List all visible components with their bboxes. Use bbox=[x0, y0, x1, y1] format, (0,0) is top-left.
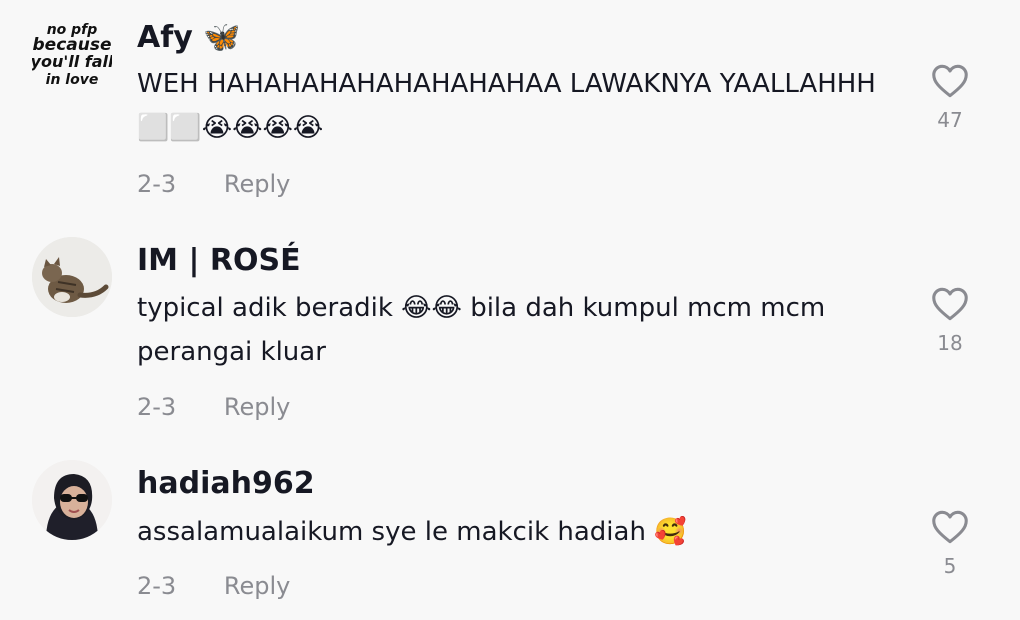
comment-username[interactable]: hadiah962 bbox=[137, 466, 315, 502]
comment-text: typical adik beradik 😂😂 bila dah kumpul … bbox=[137, 293, 826, 367]
like-count: 18 bbox=[937, 331, 963, 355]
like-control: 47 bbox=[920, 64, 980, 132]
avatar-text-line-3: you'll fall bbox=[32, 52, 112, 71]
comment-list: no pfp because you'll fall in love Afy 🦋… bbox=[0, 0, 1020, 620]
avatar[interactable] bbox=[32, 460, 112, 540]
like-control: 5 bbox=[920, 510, 980, 578]
reply-button[interactable]: Reply bbox=[224, 392, 290, 422]
comment-date: 2-3 bbox=[137, 170, 177, 198]
avatar-text-line-4: in love bbox=[46, 72, 99, 88]
like-control: 18 bbox=[920, 287, 980, 355]
reply-button[interactable]: Reply bbox=[224, 571, 290, 601]
comment-date: 2-3 bbox=[137, 393, 177, 421]
avatar[interactable]: no pfp because you'll fall in love bbox=[32, 14, 112, 94]
avatar[interactable] bbox=[32, 237, 112, 317]
like-count: 47 bbox=[937, 108, 963, 132]
comment-meta: 2-3 Reply bbox=[137, 169, 290, 199]
heart-icon[interactable] bbox=[931, 510, 969, 544]
heart-icon[interactable] bbox=[931, 287, 969, 321]
heart-icon[interactable] bbox=[931, 64, 969, 98]
comment-text: assalamualaikum sye le makcik hadiah 🥰 bbox=[137, 517, 687, 547]
reply-button[interactable]: Reply bbox=[224, 169, 290, 199]
comment-text: WEH HAHAHAHAHAHAHAHAHAA LAWAKNYA YAALLAH… bbox=[137, 69, 876, 143]
comment-username[interactable]: Afy 🦋 bbox=[137, 20, 241, 56]
comment-meta: 2-3 Reply bbox=[137, 392, 290, 422]
like-count: 5 bbox=[943, 554, 957, 578]
comment-date: 2-3 bbox=[137, 572, 177, 600]
comment-meta: 2-3 Reply bbox=[137, 571, 290, 601]
comment-username[interactable]: IM | ROSÉ bbox=[137, 243, 301, 279]
